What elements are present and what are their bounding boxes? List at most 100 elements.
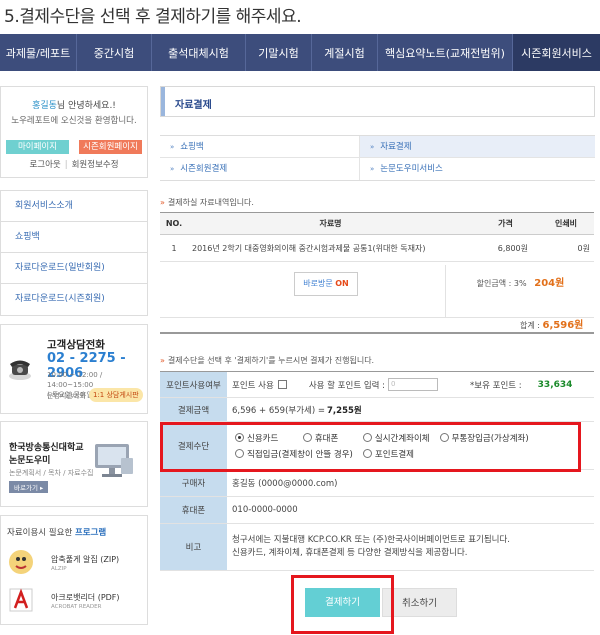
sub-menu: » 쇼핑백 » 자료결제 » 시즌회원결제 » 논문도우미서비스 [160, 135, 595, 181]
col-no: NO. [160, 212, 188, 235]
bullet-icon: » [160, 198, 165, 207]
cs-title: 고객상담전화 [47, 339, 105, 351]
point-use-checkbox[interactable] [277, 380, 287, 389]
direct-visit-button[interactable]: 바로방문 ON [294, 272, 358, 296]
side-menu-download-general[interactable]: 자료다운로드(일반회원) [1, 253, 147, 284]
pay-caption: » 결제수단을 선택 후 '결제하기'를 누르시면 결제가 진행됩니다. [160, 355, 374, 366]
mypage-button[interactable]: 마이페이지 [6, 140, 69, 154]
login-box: 홍길동님 안녕하세요.! 노우레포트에 오신것을 환영합니다. 마이페이지 시즌… [0, 86, 148, 178]
buyer-value: 홍길동 (0000@0000.com) [232, 479, 338, 489]
top-navigation: 과제물/레포트 중간시험 출석대체시험 기말시험 계절시험 핵심요약노트(교재전… [0, 34, 600, 71]
submenu-label: 쇼핑백 [180, 142, 204, 152]
submenu-thesis-service[interactable]: » 논문도우미서비스 [360, 158, 595, 180]
phone-label: 휴대폰 [160, 497, 227, 523]
amount-label: 결제금액 [160, 398, 227, 421]
amount-total: 7,255원 [327, 405, 362, 416]
program-box-title: 자료이용시 필요한 프로그램 [7, 526, 106, 538]
total-amount: 합계 : 6,596원 [520, 316, 583, 331]
nav-summary-notes[interactable]: 핵심요약노트(교재전범위) [378, 34, 513, 71]
submenu-payment[interactable]: » 자료결제 [360, 136, 595, 158]
alzip-icon [9, 550, 33, 574]
divider [160, 332, 594, 334]
note-line-1: 청구서에는 지불대행 KCP.CO.KR 또는 (주)한국사이버페이먼트로 표기… [232, 535, 510, 545]
title-accent [161, 87, 165, 116]
nav-midterm[interactable]: 중간시험 [77, 34, 152, 71]
telephone-icon [9, 360, 31, 380]
customer-service-box: 고객상담전화 02 - 2275 - 2906 10:00 ~ 12:00 / … [0, 324, 148, 414]
banner-line-2: 논문도우미 [9, 456, 51, 466]
phone-value: 010-0000-0000 [232, 505, 298, 515]
nav-attendance-exam[interactable]: 출석대체시험 [152, 34, 246, 71]
own-point-value: 33,634 [537, 379, 573, 390]
chevron-right-icon: » [170, 143, 175, 151]
order-table: NO. 자료명 가격 인쇄비 1 2016년 2학기 대중영화의이해 중간시험과… [160, 212, 594, 262]
bullet-icon: » [160, 356, 165, 365]
program-title-text: 자료이용시 필요한 [7, 528, 75, 538]
cell-print-fee: 0원 [538, 234, 594, 262]
point-input[interactable]: 0 [388, 378, 439, 391]
nav-season-exam[interactable]: 계절시험 [312, 34, 378, 71]
side-menu-download-season[interactable]: 자료다운로드(시즌회원) [1, 284, 147, 315]
edit-info-link[interactable]: 회원정보수정 [72, 160, 119, 170]
amount-row: 결제금액 6,596 + 659(부가세) = 7,255원 [160, 398, 594, 422]
page-title-bar: 자료결제 [160, 86, 595, 117]
alzip-link[interactable]: 압축풀게 알집 (ZIP) ALZIP [5, 548, 145, 578]
acrobat-icon [9, 588, 33, 612]
alzip-name: 압축풀게 알집 (ZIP) [51, 555, 120, 564]
phone-row: 휴대폰 010-0000-0000 [160, 497, 594, 524]
side-menu-service-intro[interactable]: 회원서비스소개 [1, 191, 147, 222]
submenu-season-payment[interactable]: » 시즌회원결제 [160, 158, 360, 180]
nav-final-exam[interactable]: 기말시험 [246, 34, 312, 71]
acrobat-link[interactable]: 아크로뱃리더 (PDF) ACROBAT READER [5, 586, 145, 616]
note-row: 비고 청구서에는 지불대행 KCP.CO.KR 또는 (주)한국사이버페이먼트로… [160, 524, 594, 571]
nav-report[interactable]: 과제물/레포트 [0, 34, 77, 71]
chevron-right-icon: » [370, 143, 375, 151]
banner-line-3: 논문계획서 / 목차 / 자료수집 [9, 469, 94, 477]
total-label: 합계 : [520, 321, 543, 330]
order-caption: » 결제하실 자료내역입니다. [160, 197, 254, 208]
buyer-label: 구매자 [160, 470, 227, 496]
divider: | [64, 160, 68, 170]
direct-visit-on: ON [335, 279, 349, 288]
banner-line-1: 한국방송통신대학교 [9, 443, 84, 453]
table-header-row: NO. 자료명 가격 인쇄비 [160, 212, 594, 235]
submenu-label: 시즌회원결제 [180, 164, 228, 174]
total-value: 6,596원 [542, 320, 584, 331]
discount-value: 204원 [534, 278, 565, 289]
point-row: 포인트사용여부 포인트 사용 사용 할 포인트 입력 : 0 *보유 포인트 :… [160, 372, 594, 398]
logout-link[interactable]: 로그아웃 [29, 160, 60, 170]
point-label: 포인트사용여부 [160, 372, 227, 397]
cs-chat-button[interactable]: 1:1 상담게시판 [89, 388, 143, 402]
greeting: 홍길동님 안녕하세요.! [1, 98, 147, 111]
highlight-pay-button [291, 575, 394, 634]
cs-hours-line: 10:00 ~ 12:00 / 14:00~15:00 [47, 371, 103, 389]
member-page-button[interactable]: 시즌회원페이지 [79, 140, 142, 154]
cs-off-hours: 운영시간이외 [47, 392, 86, 400]
cell-title[interactable]: 2016년 2학기 대중영화의이해 중간시험과제물 공통1(위대한 독재자) [188, 234, 473, 262]
chevron-right-icon: » [170, 165, 175, 173]
user-name: 홍길동 [32, 101, 57, 111]
amount-formula: 6,596 + 659(부가세) = [232, 405, 326, 416]
submenu-shopping-bag[interactable]: » 쇼핑백 [160, 136, 360, 158]
acrobat-eng: ACROBAT READER [51, 604, 102, 610]
col-price: 가격 [473, 212, 538, 235]
page-title: 자료결제 [175, 100, 212, 111]
side-menu-shopping-bag[interactable]: 쇼핑백 [1, 222, 147, 253]
pay-caption-text: 결제수단을 선택 후 '결제하기'를 누르시면 결제가 진행됩니다. [167, 356, 375, 365]
point-use-label: 포인트 사용 [232, 380, 274, 391]
thesis-helper-banner[interactable]: 한국방송통신대학교 논문도우미 논문계획서 / 목차 / 자료수집 바로가기 ▸ [0, 421, 148, 507]
buyer-row: 구매자 홍길동 (0000@0000.com) [160, 470, 594, 497]
submenu-label: 논문도우미서비스 [380, 164, 443, 174]
highlight-payment-method [160, 422, 581, 472]
col-title: 자료명 [188, 212, 473, 235]
alzip-eng: ALZIP [51, 566, 67, 572]
banner-go-button[interactable]: 바로가기 ▸ [9, 481, 49, 493]
page-heading: 5.결제수단을 선택 후 결제하기를 해주세요. [4, 7, 302, 27]
program-box: 자료이용시 필요한 프로그램 압축풀게 알집 (ZIP) ALZIP 아크로뱃리… [0, 515, 148, 625]
submenu-label: 자료결제 [380, 142, 412, 152]
chevron-right-icon: » [370, 165, 375, 173]
own-point-label: *보유 포인트 : [470, 380, 522, 391]
nav-season-member[interactable]: 시즌회원서비스 [513, 34, 600, 71]
monitor-icon [95, 444, 133, 477]
greeting-text: 님 안녕하세요.! [56, 101, 116, 111]
